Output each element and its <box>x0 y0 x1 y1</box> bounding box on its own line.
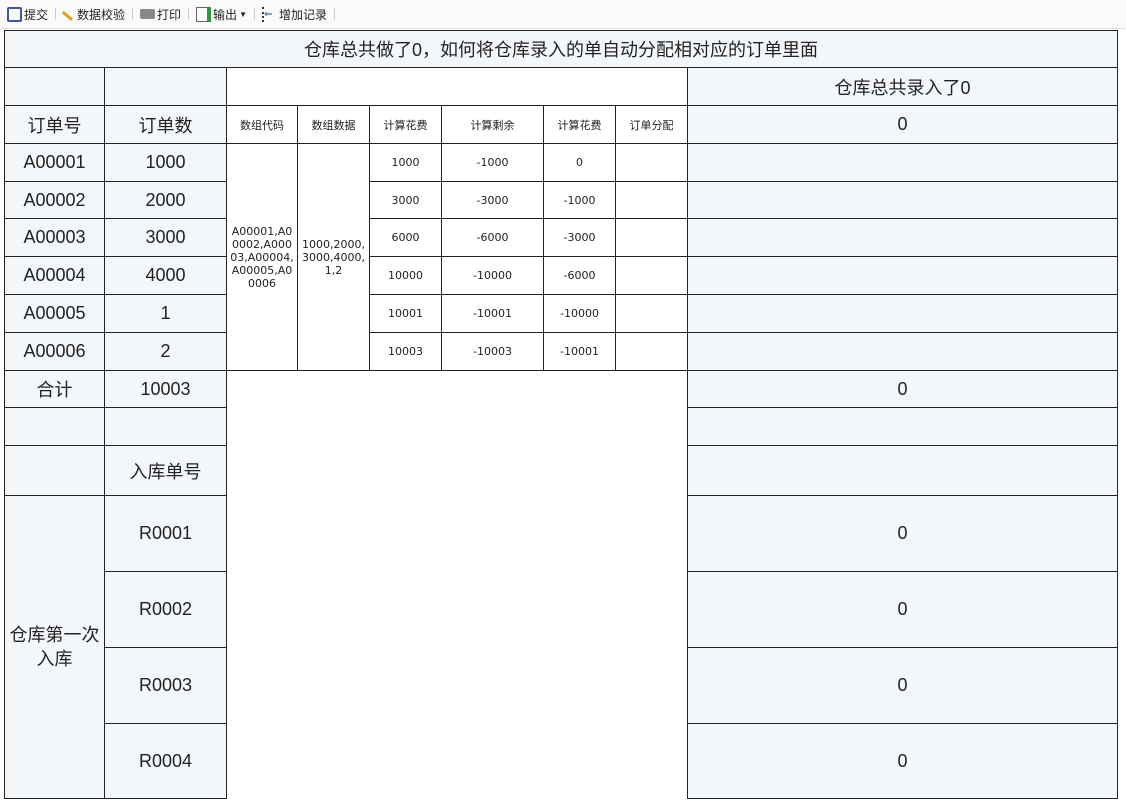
order-alloc-cell <box>616 219 688 257</box>
add-row-icon: ⇐ <box>261 6 277 22</box>
right-empty-cell <box>688 144 1118 182</box>
calc-cost-2-cell: -10001 <box>544 333 616 371</box>
order-alloc-cell <box>616 144 688 182</box>
empty-cell <box>5 446 105 496</box>
order-qty-cell: 2000 <box>105 182 227 219</box>
receipt-value-cell: 0 <box>687 572 1118 648</box>
array-data-cell: 1000,2000,3000,4000,1,2 <box>298 144 370 371</box>
empty-cell <box>105 68 227 106</box>
calc-cost-2-cell: -10000 <box>544 295 616 333</box>
header-calc-cost-2: 计算花费 <box>544 106 616 144</box>
header-order-no: 订单号 <box>5 106 105 144</box>
calc-cost-2-cell: -6000 <box>544 257 616 295</box>
order-alloc-cell <box>616 182 688 219</box>
order-qty-cell: 2 <box>105 333 227 371</box>
calc-remain-cell: -10000 <box>442 257 544 295</box>
empty-cell <box>227 68 688 106</box>
divider <box>188 8 190 20</box>
order-alloc-cell <box>616 295 688 333</box>
right-empty-cell <box>688 219 1118 257</box>
order-alloc-cell <box>616 257 688 295</box>
calc-cost-cell: 1000 <box>370 144 442 182</box>
receipt-no-cell: R0003 <box>105 648 227 724</box>
order-no-cell: A00006 <box>5 333 105 371</box>
array-code-cell: A00001,A00002,A00003,A00004,A00005,A0000… <box>227 144 298 371</box>
divider <box>55 8 57 20</box>
empty-cell <box>687 446 1118 496</box>
calc-remain-cell: -3000 <box>442 182 544 219</box>
right-empty-cell <box>688 295 1118 333</box>
blank-area <box>227 371 688 799</box>
empty-cell <box>105 408 227 446</box>
calc-remain-cell: -1000 <box>442 144 544 182</box>
total-label: 合计 <box>5 371 105 408</box>
add-record-button[interactable]: ⇐ 增加记录 <box>259 4 330 24</box>
pencil-icon <box>61 7 77 21</box>
order-qty-cell: 1000 <box>105 144 227 182</box>
header-order-alloc: 订单分配 <box>616 106 688 144</box>
receipt-value-cell: 0 <box>687 724 1118 799</box>
calc-cost-cell: 10001 <box>370 295 442 333</box>
total-value: 10003 <box>105 371 227 408</box>
receipt-value-cell: 0 <box>687 496 1118 572</box>
calc-cost-2-cell: -1000 <box>544 182 616 219</box>
calc-remain-cell: -6000 <box>442 219 544 257</box>
empty-cell <box>5 68 105 106</box>
save-icon <box>7 6 22 22</box>
right-value: 0 <box>688 106 1118 144</box>
receipt-no-cell: R0004 <box>105 724 227 799</box>
order-qty-cell: 4000 <box>105 257 227 295</box>
calc-remain-cell: -10001 <box>442 295 544 333</box>
header-array-code: 数组代码 <box>227 106 298 144</box>
right-empty-cell <box>688 257 1118 295</box>
empty-cell <box>687 408 1118 446</box>
report-table: 仓库总共做了0，如何将仓库录入的单自动分配相对应的订单里面 仓库总共录入了0 订… <box>4 30 1118 799</box>
export-button[interactable]: 输出 ▼ <box>193 4 250 24</box>
report-title: 仓库总共做了0，如何将仓库录入的单自动分配相对应的订单里面 <box>5 31 1118 68</box>
order-alloc-cell <box>616 333 688 371</box>
calc-cost-2-cell: 0 <box>544 144 616 182</box>
order-no-cell: A00001 <box>5 144 105 182</box>
printer-icon <box>140 9 156 19</box>
calc-cost-cell: 3000 <box>370 182 442 219</box>
receipt-no-cell: R0002 <box>105 572 227 648</box>
header-order-qty: 订单数 <box>105 106 227 144</box>
calc-cost-2-cell: -3000 <box>544 219 616 257</box>
chevron-down-icon: ▼ <box>239 9 247 19</box>
print-button[interactable]: 打印 <box>137 4 184 24</box>
order-qty-cell: 1 <box>105 295 227 333</box>
toolbar: 提交 数据校验 打印 输出 ▼ ⇐ 增加记录 <box>0 0 1126 29</box>
calc-cost-cell: 10000 <box>370 257 442 295</box>
calc-cost-cell: 6000 <box>370 219 442 257</box>
calc-remain-cell: -10003 <box>442 333 544 371</box>
order-no-cell: A00005 <box>5 295 105 333</box>
submit-button[interactable]: 提交 <box>4 4 51 24</box>
calc-cost-cell: 10003 <box>370 333 442 371</box>
header-calc-remain: 计算剩余 <box>442 106 544 144</box>
validate-button[interactable]: 数据校验 <box>60 4 128 24</box>
order-no-cell: A00003 <box>5 219 105 257</box>
receipt-group-label: 仓库第一次入库 <box>5 496 105 799</box>
order-no-cell: A00002 <box>5 182 105 219</box>
export-icon <box>196 6 212 22</box>
order-qty-cell: 3000 <box>105 219 227 257</box>
empty-cell <box>5 408 105 446</box>
right-header: 仓库总共录入了0 <box>688 68 1118 106</box>
right-empty-cell <box>688 182 1118 219</box>
receipt-no-cell: R0001 <box>105 496 227 572</box>
header-array-data: 数组数据 <box>298 106 370 144</box>
divider <box>334 8 335 20</box>
order-no-cell: A00004 <box>5 257 105 295</box>
receipt-value-cell: 0 <box>687 648 1118 724</box>
right-empty-cell <box>688 333 1118 371</box>
header-calc-cost: 计算花费 <box>370 106 442 144</box>
divider <box>132 8 134 20</box>
receipt-header: 入库单号 <box>105 446 227 496</box>
divider <box>253 8 255 20</box>
total-right: 0 <box>687 371 1118 408</box>
